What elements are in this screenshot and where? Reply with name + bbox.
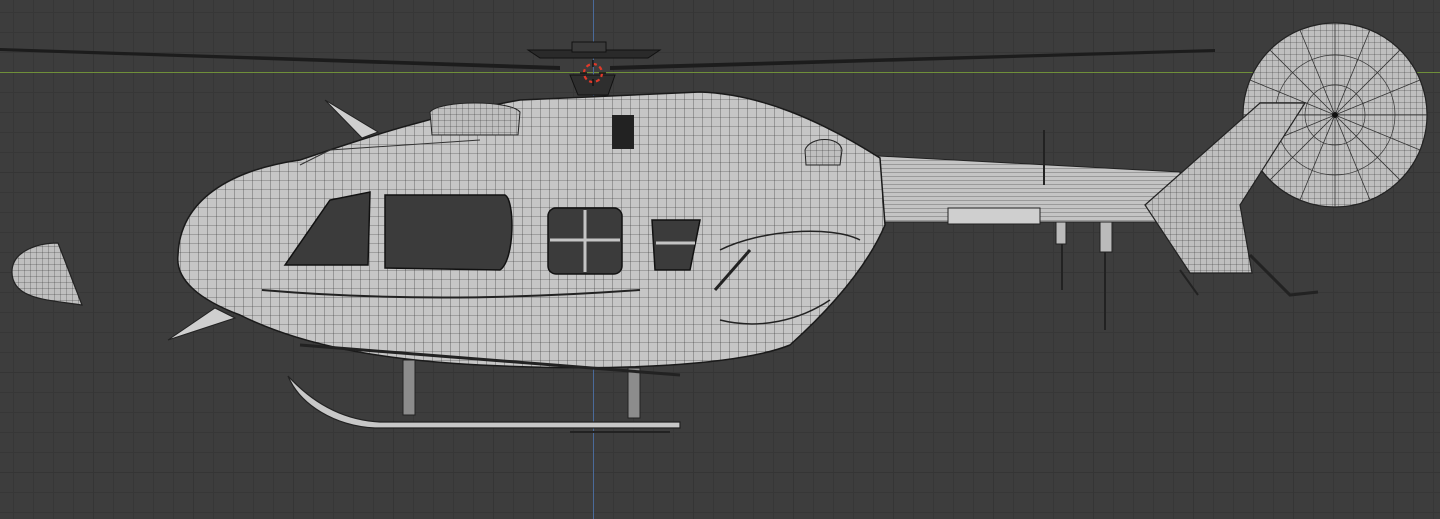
detached-nose-cap bbox=[11, 242, 83, 306]
3d-viewport[interactable] bbox=[0, 0, 1440, 519]
tail-boom bbox=[859, 130, 1181, 330]
helicopter-mesh[interactable] bbox=[0, 0, 1440, 519]
fuselage bbox=[177, 91, 886, 369]
main-rotor bbox=[0, 41, 1215, 96]
